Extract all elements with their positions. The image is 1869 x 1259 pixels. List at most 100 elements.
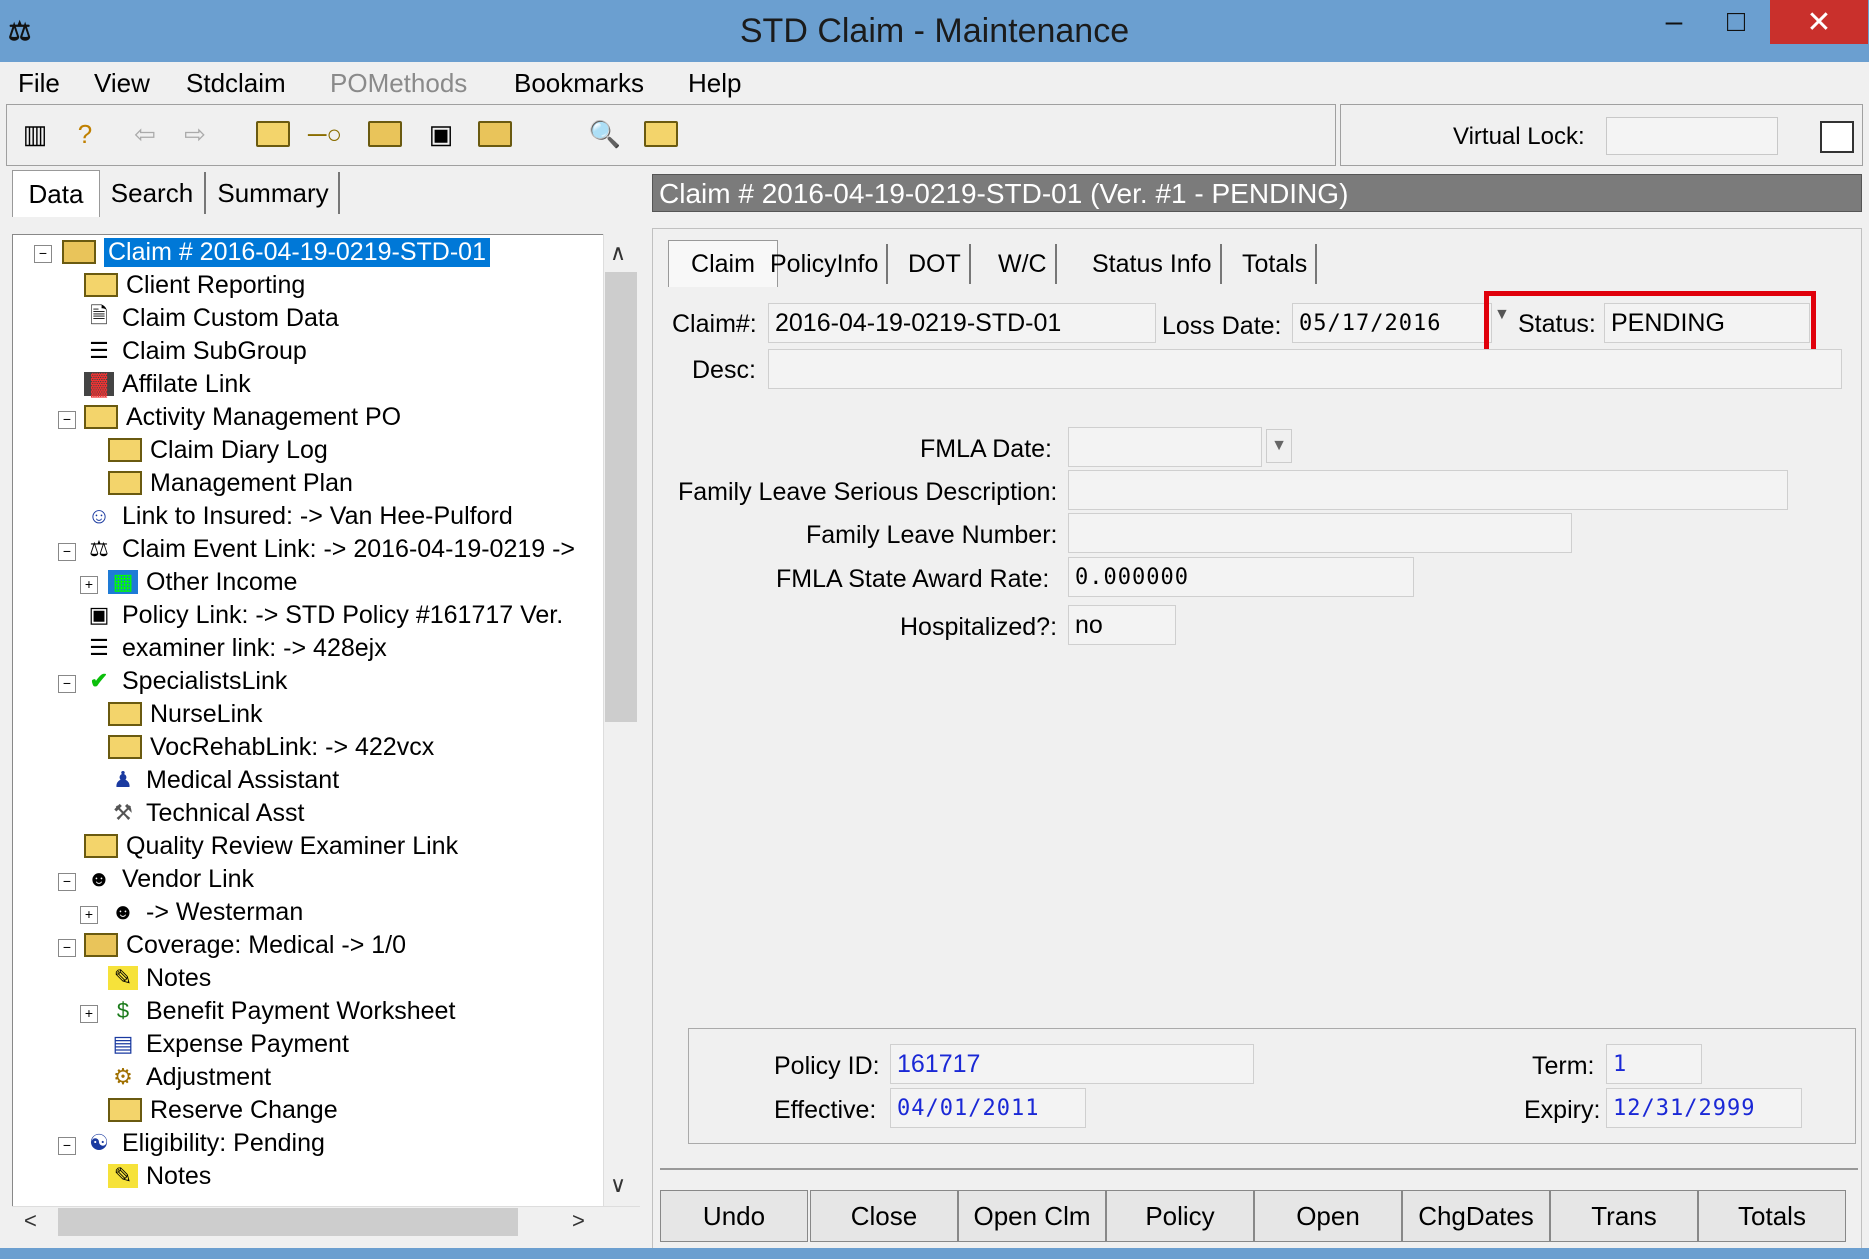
- claim-no-field[interactable]: 2016-04-19-0219-STD-01: [768, 303, 1156, 343]
- tree-node[interactable]: ▦ Other Income: [108, 566, 297, 598]
- desc-field[interactable]: [768, 349, 1842, 389]
- exit-icon[interactable]: ▥: [17, 117, 53, 151]
- menu-stdclaim[interactable]: Stdclaim: [186, 68, 286, 99]
- check-icon: ✔: [89, 668, 109, 693]
- fmla-date-label: FMLA Date:: [920, 435, 1052, 463]
- scroll-up-icon[interactable]: ∧: [610, 240, 626, 266]
- tree-node[interactable]: 🗎 Claim Custom Data: [84, 302, 339, 334]
- expand-icon[interactable]: +: [80, 1005, 98, 1023]
- tab-dot[interactable]: DOT: [900, 244, 971, 284]
- tree-node[interactable]: Claim Diary Log: [108, 434, 328, 466]
- fmla-date-field[interactable]: [1068, 427, 1262, 467]
- trans-button[interactable]: Trans: [1550, 1190, 1698, 1242]
- tree-node[interactable]: ☰ examiner link: -> 428ejx: [84, 632, 387, 664]
- key-icon[interactable]: ─○: [307, 117, 343, 151]
- menu-view[interactable]: View: [94, 68, 150, 99]
- menu-help[interactable]: Help: [688, 68, 741, 99]
- collapse-icon[interactable]: −: [58, 543, 76, 561]
- expand-icon[interactable]: +: [80, 576, 98, 594]
- tree-node[interactable]: ▓ Affilate Link: [84, 368, 251, 400]
- tree-node[interactable]: ☻ Vendor Link: [84, 863, 254, 895]
- close-button[interactable]: Close: [810, 1190, 958, 1242]
- back-icon[interactable]: ⇦: [127, 117, 163, 151]
- tree-node[interactable]: ⚙ Adjustment: [108, 1061, 271, 1093]
- tree-node[interactable]: ☰ Claim SubGroup: [84, 335, 307, 367]
- policy-icon[interactable]: ▣: [423, 117, 459, 151]
- chevron-down-icon[interactable]: ▼: [1266, 429, 1292, 463]
- tree-node[interactable]: ▤ Expense Payment: [108, 1028, 349, 1060]
- fmla-rate-field[interactable]: 0.000000: [1068, 557, 1414, 597]
- scroll-down-icon[interactable]: ∨: [610, 1172, 626, 1198]
- forward-icon[interactable]: ⇨: [177, 117, 213, 151]
- tab-summary[interactable]: Summary: [208, 172, 340, 214]
- collapse-icon[interactable]: −: [58, 675, 76, 693]
- tree-node[interactable]: Client Reporting: [84, 269, 305, 301]
- collapse-icon[interactable]: −: [58, 939, 76, 957]
- scroll-left-icon[interactable]: <: [24, 1208, 37, 1234]
- tree-node[interactable]: Activity Management PO: [84, 401, 401, 433]
- collapse-icon[interactable]: −: [58, 1137, 76, 1155]
- menu-pomethods[interactable]: POMethods: [330, 68, 467, 99]
- loss-date-field[interactable]: 05/17/2016: [1292, 303, 1492, 343]
- open-folder-icon[interactable]: [367, 117, 403, 151]
- virtual-lock-checkbox[interactable]: [1820, 121, 1854, 153]
- scroll-right-icon[interactable]: >: [572, 1208, 585, 1234]
- tree-node[interactable]: ▣ Policy Link: -> STD Policy #161717 Ver.: [84, 599, 564, 631]
- fl-number-field[interactable]: [1068, 513, 1572, 553]
- open-clm-button[interactable]: Open Clm: [958, 1190, 1106, 1242]
- tree-hscroll-thumb[interactable]: [58, 1208, 518, 1236]
- tree-node[interactable]: ✎ Notes: [108, 962, 211, 994]
- tab-search[interactable]: Search: [100, 172, 206, 214]
- menu-bookmarks[interactable]: Bookmarks: [514, 68, 644, 99]
- chgdates-button[interactable]: ChgDates: [1402, 1190, 1550, 1242]
- undo-button[interactable]: Undo: [660, 1190, 808, 1242]
- folder-icon-2[interactable]: [643, 117, 679, 151]
- tab-totals[interactable]: Totals: [1234, 244, 1318, 284]
- list-icon: ☰: [89, 635, 109, 660]
- fl-serious-field[interactable]: [1068, 470, 1788, 510]
- tree-node[interactable]: Coverage: Medical -> 1/0: [84, 929, 406, 961]
- tree-node[interactable]: $ Benefit Payment Worksheet: [108, 995, 456, 1027]
- tree-node[interactable]: ☺ Link to Insured: -> Van Hee-Pulford: [84, 500, 513, 532]
- tab-status-info[interactable]: Status Info: [1084, 244, 1222, 284]
- help-icon[interactable]: ?: [67, 117, 103, 151]
- maximize-button[interactable]: □: [1712, 0, 1760, 44]
- close-window-button[interactable]: ✕: [1770, 0, 1868, 44]
- tree-node[interactable]: ⚖ Claim Event Link: -> 2016-04-19-0219 ->: [84, 533, 575, 565]
- tree-node[interactable]: Reserve Change: [108, 1094, 338, 1126]
- tree-node[interactable]: ✔ SpecialistsLink: [84, 665, 288, 697]
- tree-node[interactable]: ✎ Notes: [108, 1160, 211, 1192]
- tree-node[interactable]: ⚒ Technical Asst: [108, 797, 304, 829]
- tree-node[interactable]: ☻ -> Westerman: [108, 896, 303, 928]
- tree-node[interactable]: VocRehabLink: -> 422vcx: [108, 731, 434, 763]
- tree-node[interactable]: ♟ Medical Assistant: [108, 764, 339, 796]
- menu-file[interactable]: File: [18, 68, 60, 99]
- tree-node[interactable]: NurseLink: [108, 698, 263, 730]
- hospitalized-field[interactable]: no: [1068, 605, 1176, 645]
- tab-wc[interactable]: W/C: [990, 244, 1057, 284]
- preview-icon[interactable]: 🔍: [587, 117, 623, 151]
- folder-icon[interactable]: [255, 117, 291, 151]
- tab-data[interactable]: Data: [12, 170, 100, 217]
- tab-policyinfo[interactable]: PolicyInfo: [762, 244, 889, 284]
- minimize-button[interactable]: –: [1650, 0, 1698, 44]
- policy-button[interactable]: Policy: [1106, 1190, 1254, 1242]
- tree-node[interactable]: Management Plan: [108, 467, 353, 499]
- open-folder-icon-2[interactable]: [477, 117, 513, 151]
- tree-scroll-thumb[interactable]: [605, 272, 637, 722]
- collapse-icon[interactable]: −: [58, 411, 76, 429]
- collapse-icon[interactable]: −: [58, 873, 76, 891]
- term-field[interactable]: 1: [1606, 1044, 1702, 1084]
- open-folder-icon: [62, 240, 96, 264]
- open-button[interactable]: Open: [1254, 1190, 1402, 1242]
- collapse-icon[interactable]: −: [34, 245, 52, 263]
- tree-node-claim[interactable]: Claim # 2016-04-19-0219-STD-01: [62, 236, 490, 268]
- tree-node[interactable]: Quality Review Examiner Link: [84, 830, 458, 862]
- effective-field[interactable]: 04/01/2011: [890, 1088, 1086, 1128]
- policy-id-field[interactable]: 161717: [890, 1044, 1254, 1084]
- totals-button[interactable]: Totals: [1698, 1190, 1846, 1242]
- expand-icon[interactable]: +: [80, 906, 98, 924]
- virtual-lock-field: [1606, 117, 1778, 155]
- tree-node[interactable]: ☯ Eligibility: Pending: [84, 1127, 325, 1159]
- expiry-field[interactable]: 12/31/2999: [1606, 1088, 1802, 1128]
